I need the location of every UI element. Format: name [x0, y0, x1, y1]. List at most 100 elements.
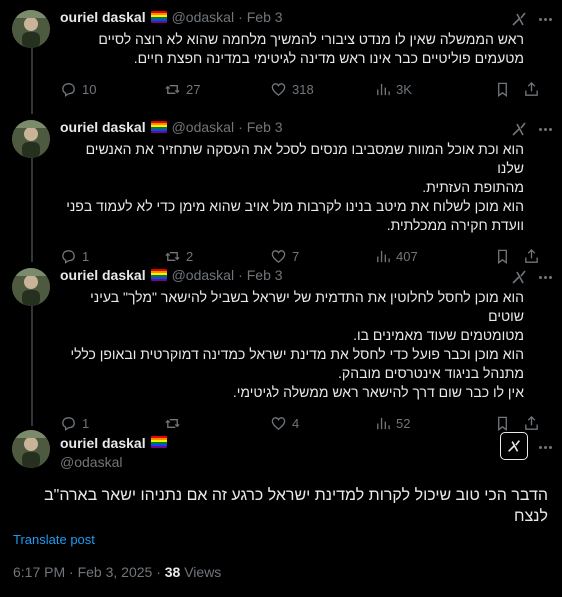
rainbow-flag-icon [150, 269, 167, 281]
reply-count: 1 [82, 416, 90, 431]
repost-button[interactable]: 2 [164, 248, 193, 265]
repost-button[interactable]: 27 [164, 81, 200, 98]
views-icon [377, 417, 390, 430]
like-count: 318 [292, 82, 314, 97]
grok-icon[interactable] [510, 268, 528, 286]
tweet-header: ouriel daskal @odaskal · Feb 3 [60, 8, 548, 26]
separator-dot: · [238, 267, 243, 283]
tweet-text-line: מתנהל בניגוד אינטרסים מובהק. [338, 365, 524, 381]
reply-count: 10 [82, 82, 97, 97]
separator-dot: · [238, 119, 243, 135]
like-count: 7 [292, 249, 300, 264]
repost-count: 2 [186, 249, 194, 264]
thread-tweet-2[interactable]: ouriel daskal @odaskal · Feb 3 הוא וכת א… [0, 118, 562, 266]
bookmark-icon[interactable] [494, 81, 511, 98]
author-name[interactable]: ouriel daskal [60, 118, 146, 136]
reply-button[interactable]: 10 [60, 81, 96, 98]
grok-icon[interactable] [510, 10, 528, 28]
tweet-date[interactable]: Feb 3 [247, 118, 283, 136]
rainbow-flag-icon [150, 121, 167, 133]
avatar[interactable] [12, 430, 50, 468]
repost-icon [165, 252, 180, 261]
more-icon[interactable] [536, 120, 554, 138]
like-button[interactable]: 318 [270, 81, 314, 98]
repost-icon [165, 85, 180, 94]
repost-icon [165, 419, 180, 428]
post-views-label: Views [180, 564, 222, 580]
tweet-text-line: הוא מוכן לשלוח את מיטב בנינו לקרבות מול … [66, 198, 524, 214]
reply-button[interactable]: 1 [60, 248, 89, 265]
avatar[interactable] [12, 268, 50, 306]
tweet-text: ראש הממשלה שאין לו מנדט ציבורי להמשיך מל… [60, 30, 548, 68]
like-button[interactable]: 4 [270, 415, 299, 432]
bookmark-share-group [494, 81, 540, 98]
views-button[interactable]: 3K [374, 81, 412, 98]
reply-icon [62, 83, 75, 97]
tweet-text: הוא וכת אוכל המוות שמסביבו מנסים לסכל את… [60, 140, 548, 235]
like-button[interactable]: 7 [270, 248, 299, 265]
share-icon[interactable] [523, 248, 540, 265]
action-bar: 10 27 318 3K [60, 81, 548, 99]
author-handle[interactable]: @odaskal [60, 453, 172, 471]
tweet-text-line: וועדת חקירה ממכלתית. [386, 217, 524, 233]
post-meta: 6:17 PM · Feb 3, 2025 · 38 Views [13, 564, 221, 580]
bookmark-icon[interactable] [494, 248, 511, 265]
views-button[interactable]: 52 [374, 415, 410, 432]
tweet-text-line: הוא וכת אוכל המוות שמסביבו מנסים לסכל את… [85, 141, 524, 176]
tweet-text-line: אין לו כבר שום דרך להישאר ראש ממשלה לגיט… [232, 384, 524, 400]
author-handle[interactable]: @odaskal [172, 118, 234, 136]
reply-button[interactable]: 1 [60, 415, 89, 432]
thread-tweet-1[interactable]: ouriel daskal @odaskal · Feb 3 ראש הממשל… [0, 8, 562, 99]
author-handle[interactable]: @odaskal [172, 8, 234, 26]
tweet-date[interactable]: Feb 3 [247, 8, 283, 26]
reply-icon [62, 250, 75, 264]
avatar[interactable] [12, 120, 50, 158]
main-tweet-text: הדבר הכי טוב שיכול לקרות למדינת ישראל כר… [12, 485, 548, 527]
separator-dot: · [238, 9, 243, 25]
thread-tweet-3[interactable]: ouriel daskal @odaskal · Feb 3 הוא מוכן … [0, 266, 562, 433]
rainbow-flag-icon [150, 11, 167, 23]
tweet-text-line: ראש הממשלה שאין לו מנדט ציבורי להמשיך מל… [98, 31, 524, 47]
views-icon [377, 250, 390, 263]
author-name[interactable]: ouriel daskal [60, 8, 146, 26]
post-timestamp[interactable]: 6:17 PM · Feb 3, 2025 · [13, 564, 165, 580]
tweet-date[interactable]: Feb 3 [247, 266, 283, 284]
tweet-text-line: מטעמים פוליטיים כבר אינו ראש מדינה לגיטי… [133, 50, 524, 66]
more-icon[interactable] [536, 438, 554, 456]
author-block: ouriel daskal @odaskal [60, 434, 172, 471]
grok-icon[interactable] [510, 120, 528, 138]
reply-count: 1 [82, 249, 90, 264]
author-name[interactable]: ouriel daskal [60, 435, 146, 451]
views-count: 407 [396, 249, 418, 264]
grok-icon[interactable] [500, 432, 528, 460]
bookmark-share-group [494, 415, 540, 432]
like-count: 4 [292, 416, 300, 431]
share-icon[interactable] [523, 415, 540, 432]
tweet-text-line: מהתופת העזתית. [422, 179, 524, 195]
more-icon[interactable] [536, 10, 554, 28]
author-name[interactable]: ouriel daskal [60, 266, 146, 284]
avatar[interactable] [12, 10, 50, 48]
tweet-text: הוא מוכן לחסל לחלוטין את התדמית של ישראל… [60, 288, 548, 402]
like-icon [271, 83, 286, 97]
views-count: 52 [396, 416, 411, 431]
more-icon[interactable] [536, 268, 554, 286]
share-icon[interactable] [523, 81, 540, 98]
bookmark-icon[interactable] [494, 415, 511, 432]
tweet-header: ouriel daskal @odaskal · Feb 3 [60, 266, 548, 284]
translate-post-link[interactable]: Translate post [13, 532, 95, 547]
main-tweet-text-line: לנצח [514, 508, 548, 525]
main-tweet-text-line: הדבר הכי טוב שיכול לקרות למדינת ישראל כר… [44, 487, 548, 504]
rainbow-flag-icon [150, 436, 167, 448]
post-views-count: 38 [164, 564, 181, 580]
repost-count: 27 [186, 82, 201, 97]
repost-button[interactable] [164, 415, 186, 432]
action-bar: 1 2 7 407 [60, 248, 548, 266]
views-count: 3K [396, 82, 412, 97]
views-button[interactable]: 407 [374, 248, 418, 265]
tweet-text-line: הוא מוכן לחסל לחלוטין את התדמית של ישראל… [90, 289, 524, 324]
author-handle[interactable]: @odaskal [172, 266, 234, 284]
action-bar: 1 4 52 [60, 415, 548, 433]
reply-icon [62, 417, 75, 431]
like-icon [271, 417, 286, 431]
